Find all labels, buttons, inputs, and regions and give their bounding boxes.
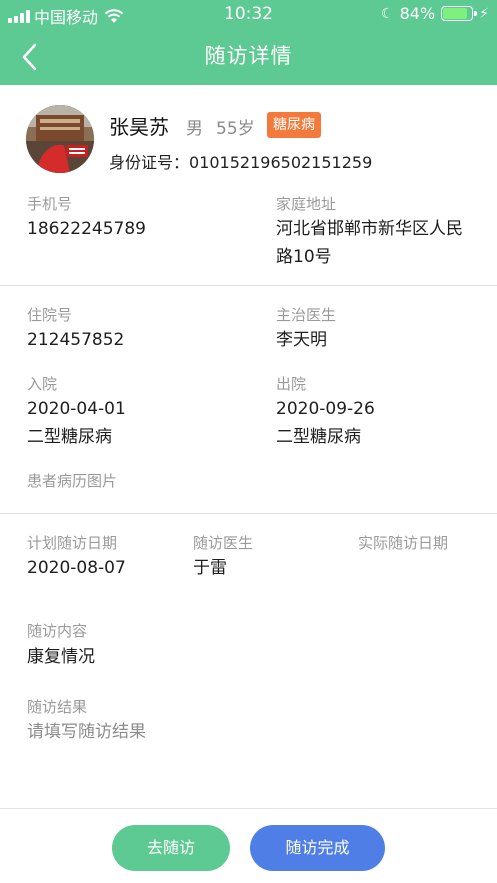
followup-result-input[interactable]: 请填写随访结果 (27, 718, 146, 746)
patient-name: 张昊苏 (109, 115, 169, 139)
avatar (26, 105, 94, 173)
avatar-image (26, 105, 94, 173)
divider (0, 285, 497, 286)
go-followup-button[interactable]: 去随访 (112, 825, 230, 871)
charging-icon: ⚡ (479, 5, 489, 22)
status-right: ☾ 84% ⚡ (381, 4, 489, 23)
discharge-label: 出院 (276, 375, 307, 393)
planned-date-label: 计划随访日期 (27, 534, 118, 552)
page-title: 随访详情 (204, 44, 293, 68)
status-bar: 中国移动 10:32 ☾ 84% ⚡ (0, 0, 497, 28)
followup-doctor-label: 随访医生 (193, 534, 254, 552)
address-label: 家庭地址 (276, 195, 337, 213)
followup-content-label: 随访内容 (27, 622, 88, 640)
planned-date-value: 2020-08-07 (27, 558, 126, 578)
battery-fill (443, 8, 467, 19)
disease-badge: 糖尿病 (267, 112, 321, 138)
admit-date: 2020-04-01 (27, 399, 126, 419)
actual-date-label: 实际随访日期 (358, 534, 449, 552)
id-value: 010152196502151259 (189, 153, 373, 172)
battery-percent: 84% (399, 4, 436, 23)
followup-doctor-value: 于雷 (193, 558, 227, 578)
admit-label: 入院 (27, 375, 58, 393)
discharge-date: 2020-09-26 (276, 399, 375, 419)
id-number-line: 身份证号：010152196502151259 (109, 149, 372, 173)
medical-record-images-label: 患者病历图片 (27, 472, 118, 490)
phone-value: 18622245789 (27, 219, 146, 239)
followup-complete-button[interactable]: 随访完成 (250, 825, 385, 871)
admit-diagnosis: 二型糖尿病 (27, 427, 112, 447)
divider (0, 513, 497, 514)
app-header: 中国移动 10:32 ☾ 84% ⚡ 随访详情 (0, 0, 497, 85)
battery-icon (441, 6, 478, 21)
attending-doctor-label: 主治医生 (276, 306, 337, 324)
discharge-diagnosis: 二型糖尿病 (276, 427, 361, 447)
followup-content-value: 康复情况 (27, 647, 95, 667)
followup-result-label: 随访结果 (27, 698, 88, 716)
inpatient-no-label: 住院号 (27, 306, 73, 324)
address-value: 河北省邯郸市新华区人民路10号 (276, 219, 463, 267)
patient-gender: 男 (186, 119, 203, 139)
patient-age: 55岁 (216, 119, 255, 139)
phone-label: 手机号 (27, 195, 73, 213)
moon-icon: ☾ (381, 5, 394, 22)
bottom-action-bar: 去随访 随访完成 (0, 808, 497, 883)
id-label: 身份证号： (109, 153, 190, 172)
attending-doctor-value: 李天明 (276, 330, 327, 350)
inpatient-no-value: 212457852 (27, 330, 125, 350)
